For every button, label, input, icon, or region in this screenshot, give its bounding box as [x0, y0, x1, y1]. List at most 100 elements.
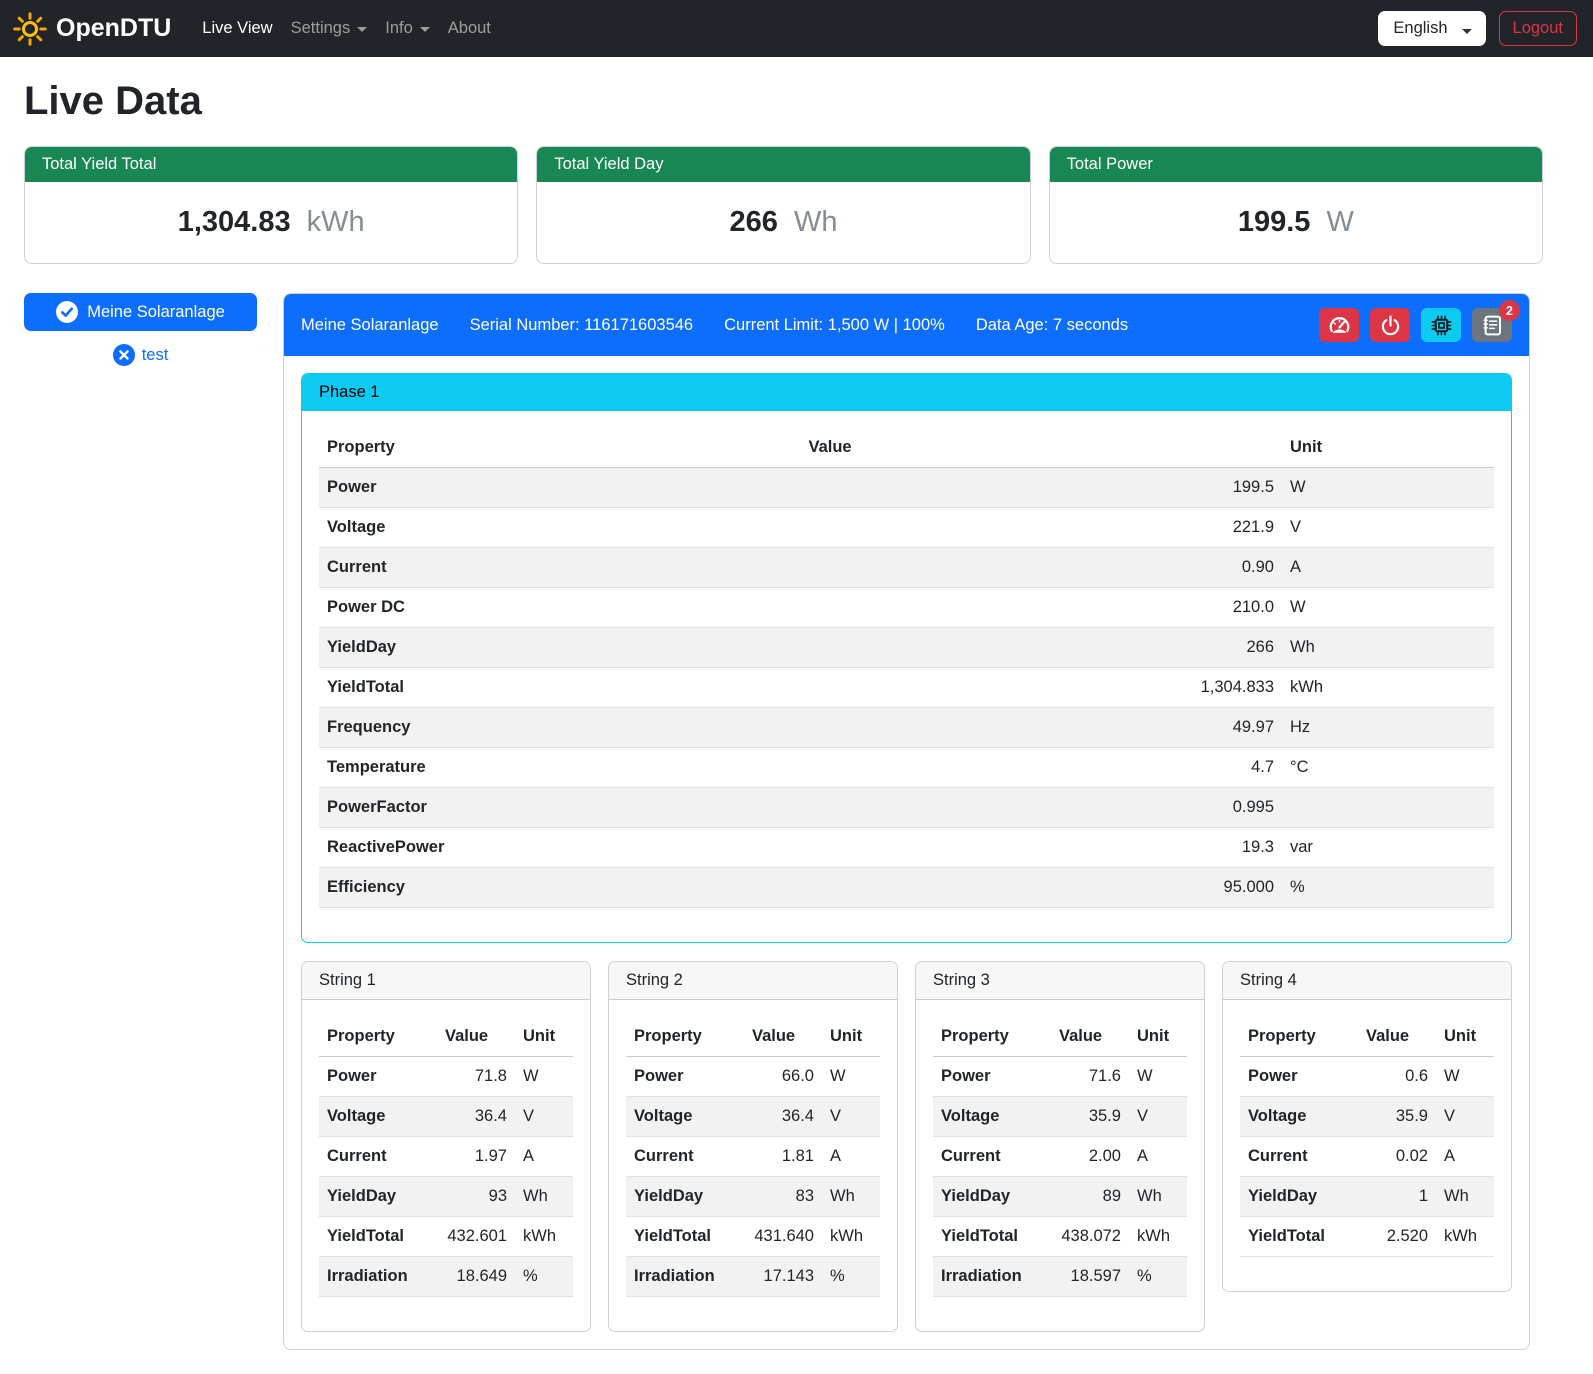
property-value: 17.143 — [744, 1257, 822, 1297]
brand[interactable]: OpenDTU — [13, 12, 171, 46]
language-select[interactable]: English — [1378, 11, 1485, 46]
table-row: Frequency49.97Hz — [319, 708, 1494, 748]
property-value: 0.90 — [801, 548, 1283, 588]
string-table-body: Power71.6WVoltage35.9VCurrent2.00AYieldD… — [933, 1057, 1187, 1297]
property-value: 36.4 — [437, 1097, 515, 1137]
property-value: 438.072 — [1051, 1217, 1129, 1257]
column-header-unit: Unit — [515, 1017, 573, 1057]
summary-card-title: Total Yield Total — [25, 147, 517, 182]
table-row: Current0.02A — [1240, 1137, 1494, 1177]
speedometer-icon — [1328, 314, 1351, 337]
strings-grid: String 1 Property Value Unit Power71.8WV… — [301, 961, 1512, 1332]
property-name: Irradiation — [933, 1257, 1051, 1297]
phase-card-body: Property Value Unit Power199.5WVoltage22… — [302, 411, 1511, 942]
summary-card-body: 1,304.83 kWh — [25, 182, 517, 263]
property-value: 36.4 — [744, 1097, 822, 1137]
string-card-title: String 4 — [1223, 962, 1511, 1000]
table-header-row: Property Value Unit — [319, 428, 1494, 468]
event-log-button[interactable]: 2 — [1472, 308, 1512, 342]
page-container: Live Data Total Yield Total 1,304.83 kWh… — [0, 57, 1593, 1374]
string-card-title: String 1 — [302, 962, 590, 1000]
table-row: Power DC210.0W — [319, 588, 1494, 628]
string-card: String 4 Property Value Unit Power0.6WVo… — [1222, 961, 1512, 1292]
property-unit: W — [1436, 1057, 1494, 1097]
property-name: Current — [1240, 1137, 1358, 1177]
property-unit: Hz — [1282, 708, 1494, 748]
property-name: YieldDay — [626, 1177, 744, 1217]
table-row: Voltage221.9V — [319, 508, 1494, 548]
table-row: Voltage36.4V — [626, 1097, 880, 1137]
property-unit: V — [822, 1097, 880, 1137]
nav-item-live-view[interactable]: Live View — [193, 11, 281, 46]
property-name: Temperature — [319, 748, 801, 788]
table-row: YieldTotal432.601kWh — [319, 1217, 573, 1257]
nav-item-info[interactable]: Info — [376, 11, 439, 46]
property-value: 1,304.833 — [801, 668, 1283, 708]
table-row: YieldTotal438.072kWh — [933, 1217, 1187, 1257]
property-value: 1 — [1358, 1177, 1436, 1217]
inverter-panel: Meine Solaranlage Serial Number: 1161716… — [283, 293, 1530, 1350]
property-unit: W — [1282, 588, 1494, 628]
sidebar-item-test-inverter[interactable]: test — [24, 344, 257, 366]
property-unit: % — [822, 1257, 880, 1297]
nav-item-settings[interactable]: Settings — [282, 11, 377, 46]
property-unit: kWh — [1282, 668, 1494, 708]
property-name: Voltage — [319, 508, 801, 548]
property-name: YieldTotal — [626, 1217, 744, 1257]
property-unit: W — [822, 1057, 880, 1097]
inverter-serial: Serial Number: 116171603546 — [470, 316, 694, 335]
property-value: 66.0 — [744, 1057, 822, 1097]
phase-card: Phase 1 Property Value Unit P — [301, 373, 1512, 943]
table-header-row: Property Value Unit — [626, 1017, 880, 1057]
property-name: YieldDay — [933, 1177, 1051, 1217]
power-control-button[interactable] — [1370, 308, 1410, 342]
property-name: Efficiency — [319, 868, 801, 908]
table-row: YieldDay1Wh — [1240, 1177, 1494, 1217]
inverter-panel-header: Meine Solaranlage Serial Number: 1161716… — [284, 294, 1529, 356]
table-row: Current1.97A — [319, 1137, 573, 1177]
property-value: 2.520 — [1358, 1217, 1436, 1257]
property-unit: Wh — [1282, 628, 1494, 668]
column-header-unit: Unit — [1282, 428, 1494, 468]
string-card-body: Property Value Unit Power0.6WVoltage35.9… — [1223, 1000, 1511, 1291]
logout-button[interactable]: Logout — [1499, 11, 1577, 46]
device-info-button[interactable] — [1421, 308, 1461, 342]
property-name: Current — [626, 1137, 744, 1177]
nav-item-label: Live View — [202, 19, 272, 38]
property-value: 95.000 — [801, 868, 1283, 908]
property-name: Current — [319, 548, 801, 588]
summary-unit: Wh — [794, 206, 838, 238]
sidebar-item-label: Meine Solaranlage — [87, 303, 225, 322]
column-header-property: Property — [319, 1017, 437, 1057]
property-name: YieldTotal — [1240, 1217, 1358, 1257]
column-header-value: Value — [1051, 1017, 1129, 1057]
table-row: YieldDay266Wh — [319, 628, 1494, 668]
property-value: 199.5 — [801, 468, 1283, 508]
property-unit: V — [1129, 1097, 1187, 1137]
string-table: Property Value Unit Power66.0WVoltage36.… — [626, 1017, 880, 1297]
top-navbar: OpenDTU Live View Settings Info About En… — [0, 0, 1593, 57]
summary-unit: kWh — [307, 206, 365, 238]
property-unit: var — [1282, 828, 1494, 868]
chevron-down-icon — [357, 27, 367, 32]
table-row: YieldDay93Wh — [319, 1177, 573, 1217]
table-row: ReactivePower19.3var — [319, 828, 1494, 868]
property-value: 432.601 — [437, 1217, 515, 1257]
limit-settings-button[interactable] — [1319, 308, 1359, 342]
property-name: YieldDay — [1240, 1177, 1358, 1217]
table-row: Current1.81A — [626, 1137, 880, 1177]
property-unit: A — [1282, 548, 1494, 588]
property-value: 1.81 — [744, 1137, 822, 1177]
string-table: Property Value Unit Power71.6WVoltage35.… — [933, 1017, 1187, 1297]
string-table-body: Power66.0WVoltage36.4VCurrent1.81AYieldD… — [626, 1057, 880, 1297]
summary-card-body: 266 Wh — [537, 182, 1029, 263]
phase-card-title: Phase 1 — [302, 374, 1511, 411]
summary-value: 266 — [730, 206, 778, 238]
property-value: 0.02 — [1358, 1137, 1436, 1177]
sidebar-item-selected-inverter[interactable]: Meine Solaranlage — [24, 293, 257, 331]
table-row: Current2.00A — [933, 1137, 1187, 1177]
nav-item-about[interactable]: About — [439, 11, 500, 46]
table-row: Power0.6W — [1240, 1057, 1494, 1097]
nav-item-label: Info — [385, 19, 413, 38]
property-unit: % — [1282, 868, 1494, 908]
